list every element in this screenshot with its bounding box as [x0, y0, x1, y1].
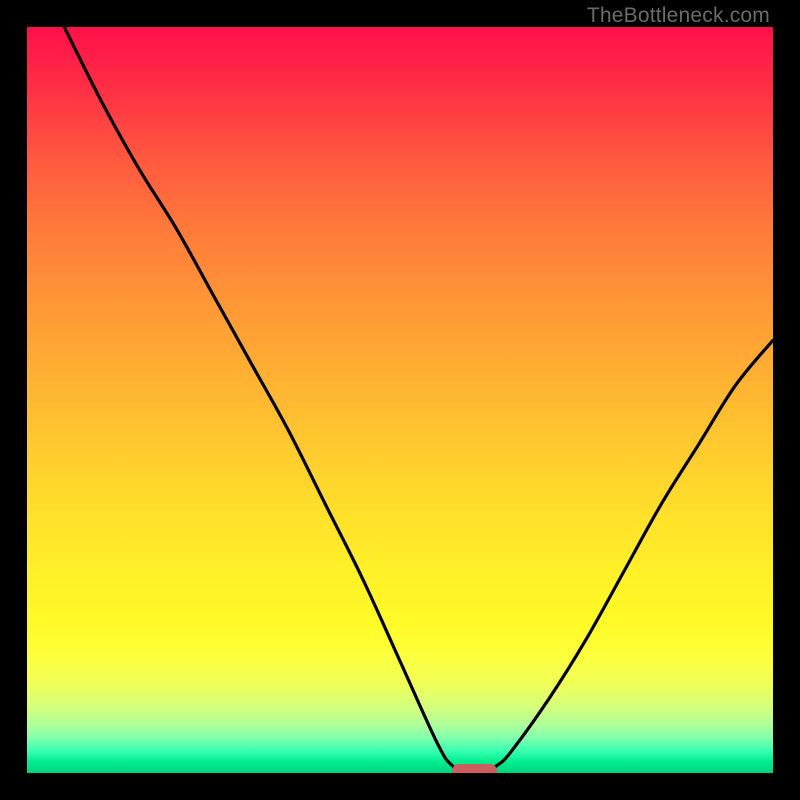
- optimal-range-marker: [452, 764, 497, 773]
- watermark-text: TheBottleneck.com: [587, 4, 770, 28]
- plot-area: [27, 27, 773, 773]
- chart-frame: TheBottleneck.com: [0, 0, 800, 800]
- bottleneck-curve: [27, 27, 773, 773]
